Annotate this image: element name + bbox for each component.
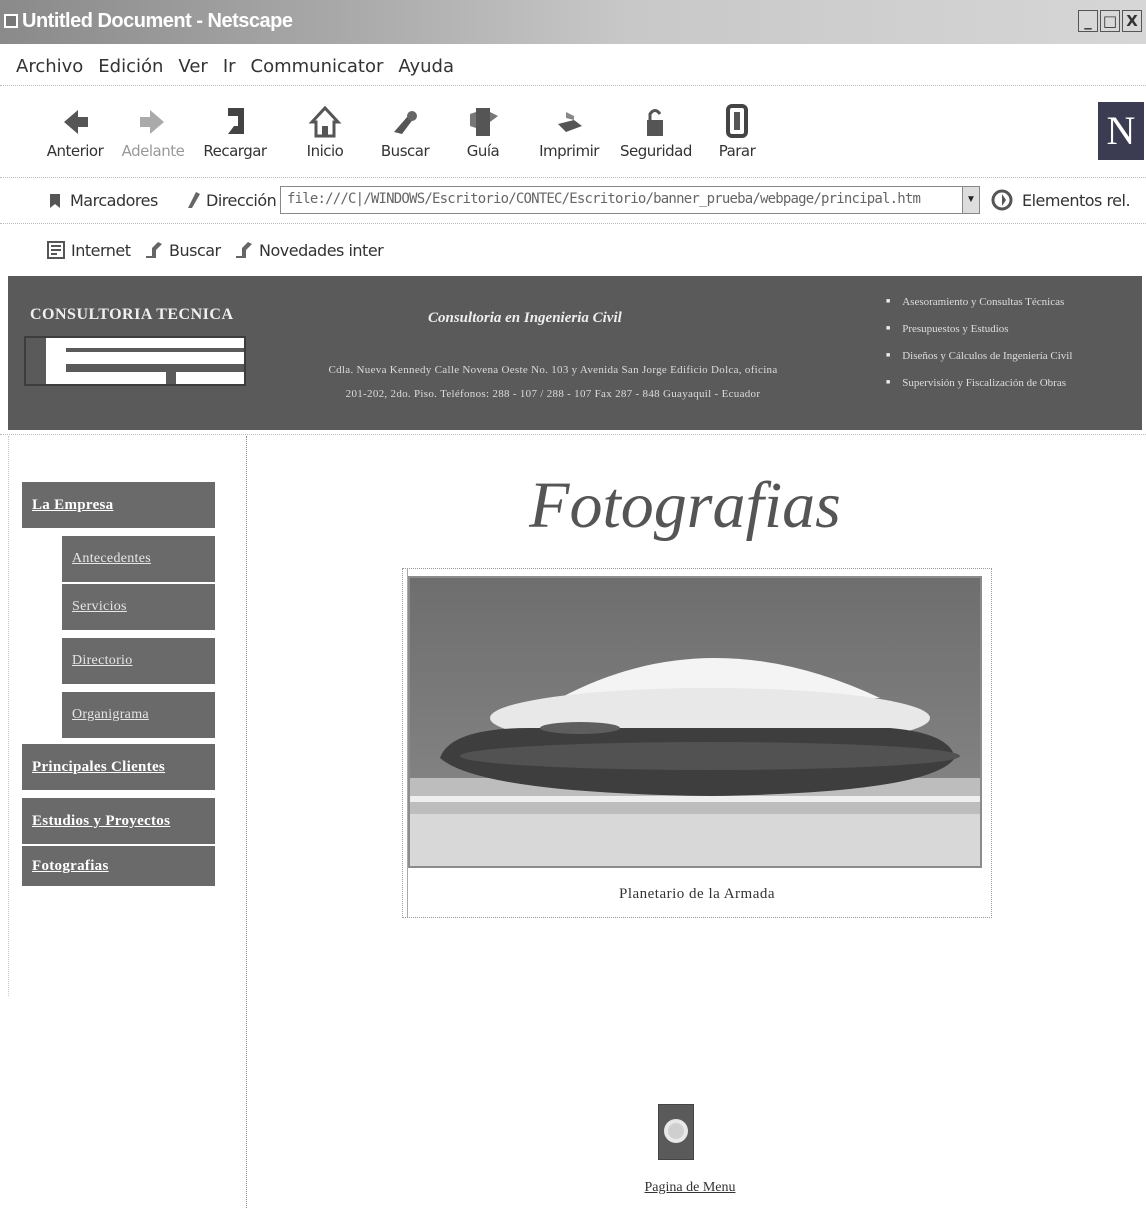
security-button[interactable]: Seguridad (620, 92, 692, 176)
menu-page-link[interactable]: Pagina de Menu (560, 1180, 820, 1196)
close-button[interactable]: X (1122, 10, 1142, 32)
search-label: Buscar (380, 142, 430, 160)
personal-item-internet[interactable]: Internet (46, 240, 131, 260)
nav-antecedentes[interactable]: Antecedentes (62, 536, 215, 582)
menu-ver[interactable]: Ver (178, 56, 207, 77)
reload-label: Recargar (203, 142, 267, 160)
menu-edicion[interactable]: Edición (98, 56, 163, 77)
related-items-icon (991, 189, 1013, 211)
bookmarks-label: Marcadores (70, 190, 158, 210)
menu-ir[interactable]: Ir (223, 56, 236, 77)
site-banner: CONSULTORIA TECNICA Consultoria en Ingen… (8, 276, 1142, 430)
stop-button[interactable]: Parar (702, 92, 772, 176)
home-button[interactable]: Inicio (290, 92, 360, 176)
nav-organigrama[interactable]: Organigrama (62, 692, 215, 738)
home-icon (308, 105, 342, 138)
window-controls: _ □ X (1078, 10, 1142, 32)
nav-la-empresa[interactable]: La Empresa (22, 482, 215, 528)
round-emblem-icon (664, 1119, 688, 1143)
address-line-1: Cdla. Nueva Kennedy Calle Novena Oeste N… (328, 364, 778, 376)
stop-icon (726, 104, 748, 138)
maximize-button[interactable]: □ (1100, 10, 1120, 32)
nav-principales-clientes[interactable]: Principales Clientes (22, 744, 215, 790)
nav-servicios[interactable]: Servicios (62, 584, 215, 630)
services-list: Asesoramiento y Consultas Técnicas Presu… (886, 288, 1072, 396)
bookmark-link-icon (146, 242, 162, 258)
location-icon (188, 192, 200, 208)
frame-top-border (0, 434, 1146, 435)
navigation-toolbar: Anterior Adelante Recargar Inicio Buscar (0, 92, 1146, 178)
back-label: Anterior (46, 142, 104, 160)
back-arrow-icon (64, 110, 88, 134)
nav-fotografias[interactable]: Fotografias (22, 846, 215, 886)
internet-icon (47, 241, 65, 259)
service-item: Asesoramiento y Consultas Técnicas (886, 288, 1072, 315)
address-label-text: Dirección (206, 190, 277, 210)
window-title: Untitled Document - Netscape (22, 10, 293, 32)
related-items-label: Elementos rel. (1022, 190, 1131, 210)
guide-label: Guía (466, 142, 500, 160)
reload-button[interactable]: Recargar (200, 92, 270, 176)
company-tagline: Consultoria en Ingenieria Civil (428, 310, 622, 326)
company-address: Cdla. Nueva Kennedy Calle Novena Oeste N… (258, 358, 848, 406)
stop-label: Parar (718, 142, 756, 160)
search-button[interactable]: Buscar (370, 92, 440, 176)
menu-ayuda[interactable]: Ayuda (398, 56, 454, 77)
page-title: Fotografias (529, 469, 841, 542)
minimize-button[interactable]: _ (1078, 10, 1098, 32)
frame-left-border (8, 436, 9, 996)
personal-item-buscar[interactable]: Buscar (144, 240, 221, 260)
frame-divider[interactable] (246, 436, 247, 1208)
print-button[interactable]: Imprimir (534, 92, 604, 176)
home-label: Inicio (306, 142, 344, 160)
print-icon (558, 112, 582, 132)
forward-arrow-icon (140, 110, 164, 134)
forward-label: Adelante (121, 142, 185, 160)
address-line-2: 201-202, 2do. Piso. Teléfonos: 288 - 107… (345, 388, 761, 400)
nav-directorio[interactable]: Directorio (62, 638, 215, 684)
netscape-logo[interactable]: N (1098, 102, 1144, 160)
security-label: Seguridad (620, 142, 692, 160)
menu-home-icon[interactable] (658, 1104, 694, 1160)
nav-estudios-proyectos[interactable]: Estudios y Proyectos (22, 798, 215, 844)
menu-archivo[interactable]: Archivo (16, 56, 83, 77)
guide-button[interactable]: Guía (448, 92, 518, 176)
address-dropdown-button[interactable]: ▼ (962, 186, 980, 214)
company-name: CONSULTORIA TECNICA (30, 306, 234, 323)
photo-caption: Planetario de la Armada (618, 886, 776, 902)
personal-item-label: Internet (71, 240, 131, 260)
netscape-app-icon[interactable] (4, 14, 18, 28)
print-label: Imprimir (539, 142, 599, 160)
planetarium-image (410, 578, 980, 866)
forward-button[interactable]: Adelante (118, 92, 188, 176)
menu-bar: Archivo Edición Ver Ir Communicator Ayud… (0, 48, 1146, 86)
related-items-button[interactable]: Elementos rel. (990, 188, 1131, 212)
menu-communicator[interactable]: Communicator (251, 56, 384, 77)
planetarium-photo (408, 576, 982, 868)
bookmarks-button[interactable]: Marcadores (46, 190, 158, 210)
address-label: Dirección (186, 190, 277, 210)
back-button[interactable]: Anterior (40, 92, 110, 176)
guide-icon (470, 108, 498, 136)
location-toolbar: Marcadores Dirección file:///C|/WINDOWS/… (0, 180, 1146, 224)
company-logo (24, 336, 246, 386)
search-icon (394, 111, 417, 134)
reload-icon (228, 108, 244, 134)
service-item: Diseños y Cálculos de Ingeniería Civil (886, 342, 1072, 369)
address-input[interactable]: file:///C|/WINDOWS/Escritorio/CONTEC/Esc… (280, 186, 980, 214)
service-item: Presupuestos y Estudios (886, 315, 1072, 342)
window-title-bar[interactable]: Untitled Document - Netscape _ □ X (0, 0, 1146, 44)
personal-item-novedades[interactable]: Novedades inter (234, 240, 384, 260)
personal-item-label: Novedades inter (259, 240, 384, 260)
bookmark-icon (50, 194, 60, 208)
personal-toolbar: Internet Buscar Novedades inter (0, 228, 1146, 274)
personal-item-label: Buscar (169, 240, 221, 260)
bookmark-link-icon (236, 242, 252, 258)
security-lock-icon (647, 109, 663, 136)
service-item: Supervisión y Fiscalización de Obras (886, 369, 1072, 396)
